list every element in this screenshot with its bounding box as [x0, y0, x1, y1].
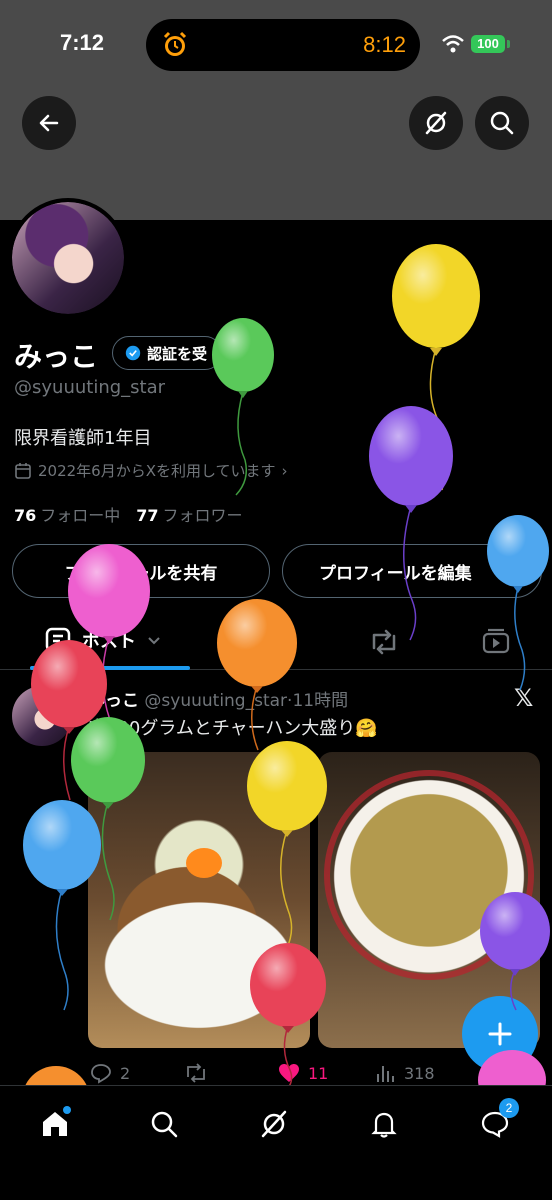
tab-posts-label: ポスト: [82, 631, 136, 652]
home-notification-dot: [63, 1106, 71, 1114]
search-icon: [151, 1111, 178, 1138]
post-text: 肉600グラムとチャーハン大盛り🤗: [88, 718, 378, 739]
nav-grok[interactable]: [254, 1104, 294, 1144]
views-count: 318: [404, 1063, 435, 1083]
views-icon: [377, 1066, 394, 1082]
edit-profile-button[interactable]: プロフィールを編集: [282, 544, 542, 598]
back-button[interactable]: [22, 96, 76, 150]
grok-button[interactable]: [409, 96, 463, 150]
profile-handle: @syuuuting_star: [14, 377, 166, 398]
joined-date[interactable]: 2022年6月からXを利用しています ›: [14, 460, 288, 481]
like-count: 11: [308, 1063, 329, 1083]
reply-count: 2: [120, 1063, 131, 1083]
nav-notifications[interactable]: [364, 1104, 404, 1144]
post-time: 11時間: [292, 691, 349, 711]
x-logo-icon[interactable]: 𝕏: [514, 684, 533, 712]
plus-icon: [488, 1022, 512, 1046]
balloon-yellow-top: [392, 244, 480, 491]
nav-search[interactable]: [144, 1104, 184, 1144]
calendar-icon: [15, 462, 31, 479]
nav-home[interactable]: [35, 1104, 75, 1144]
battery-icon: 100: [471, 35, 505, 53]
dynamic-island: 8:12: [146, 19, 420, 71]
post-photo-meat-bowl[interactable]: [88, 752, 310, 1048]
chevron-down-icon: [148, 637, 160, 645]
status-time: 7:12: [60, 30, 105, 55]
joined-text: 2022年6月からXを利用しています: [38, 462, 276, 480]
post-actions: 2 11 318: [88, 1062, 508, 1086]
battery-tip: [507, 40, 510, 48]
back-arrow-icon: [39, 114, 59, 132]
share-profile-button[interactable]: プロフィールを共有: [12, 544, 270, 598]
get-verified-button[interactable]: 認証を受: [112, 336, 222, 370]
following-label: フォロー中: [40, 506, 121, 525]
following-count: 76: [14, 506, 37, 525]
messages-badge: 2: [499, 1098, 519, 1118]
post-handle[interactable]: @syuuuting_star: [144, 691, 287, 711]
followers-link[interactable]: 77 フォロワー: [136, 502, 242, 526]
profile-avatar[interactable]: [8, 198, 128, 318]
grok-icon: [425, 111, 447, 135]
nav-messages[interactable]: 2: [475, 1098, 519, 1144]
verified-badge-icon: [125, 345, 141, 361]
following-link[interactable]: 76 フォロー中: [14, 502, 120, 526]
status-bar: 7:12 8:12 100: [0, 0, 552, 90]
like-button[interactable]: 11: [278, 1062, 328, 1084]
follow-stats: 76 フォロー中 77 フォロワー: [14, 502, 243, 526]
post-header: みっこ @syuuuting_star·11時間: [88, 686, 348, 711]
tab-posts[interactable]: ポスト: [44, 626, 162, 654]
grok-icon: [261, 1110, 287, 1138]
search-button[interactable]: [475, 96, 529, 150]
avatar-image: [12, 202, 124, 314]
egg-yolk: [186, 848, 222, 878]
compose-button[interactable]: [462, 996, 538, 1072]
followers-label: フォロワー: [162, 506, 243, 525]
profile-name: みっこ: [14, 340, 99, 373]
repost-tab-icon[interactable]: [368, 628, 400, 656]
heart-filled-icon: [279, 1064, 299, 1082]
views-button[interactable]: 318: [374, 1062, 435, 1084]
balloon-purple-right: [369, 406, 453, 641]
bottom-navigation: 2: [0, 1085, 552, 1200]
video-tab-icon[interactable]: [482, 628, 510, 656]
notifications-icon: [371, 1112, 397, 1138]
repost-icon: [187, 1063, 205, 1083]
active-tab-indicator: [30, 666, 190, 670]
reply-button[interactable]: 2: [90, 1062, 130, 1084]
post-author[interactable]: みっこ: [88, 691, 139, 711]
alarm-time: 8:12: [363, 32, 406, 57]
followers-count: 77: [136, 506, 159, 525]
alarm-icon: [163, 31, 187, 56]
posts-tab-icon: [45, 627, 71, 653]
repost-button[interactable]: [184, 1062, 216, 1084]
profile-bio: 限界看護師1年目: [14, 428, 152, 449]
post-avatar[interactable]: [12, 686, 72, 746]
bowl-rim: [324, 770, 534, 980]
wifi-icon: [442, 35, 464, 53]
search-icon: [490, 111, 514, 135]
reply-icon: [91, 1064, 111, 1084]
chevron-right-icon: ›: [281, 461, 288, 480]
profile-tabs: ポスト: [0, 612, 552, 670]
verify-label: 認証を受: [146, 344, 207, 363]
